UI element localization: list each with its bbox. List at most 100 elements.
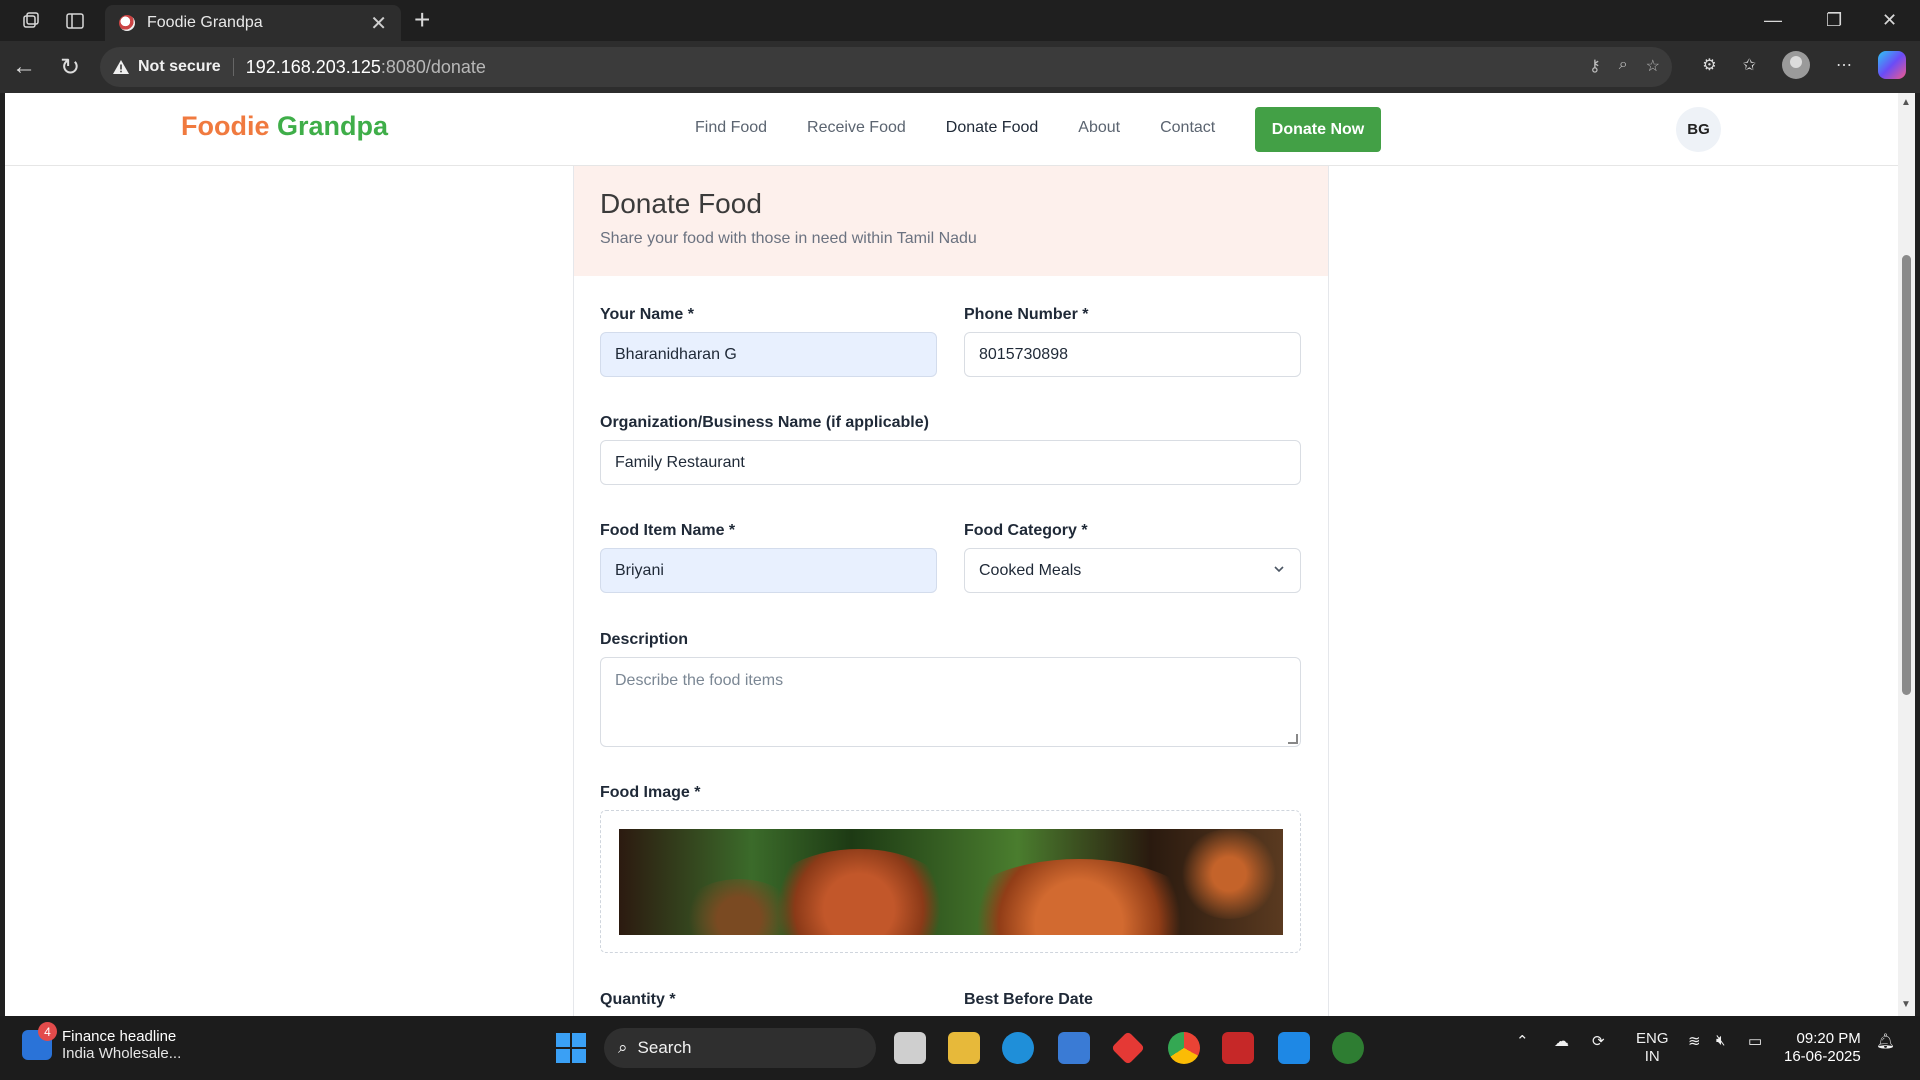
language-bottom: IN [1644, 1048, 1660, 1065]
store-icon[interactable] [1058, 1032, 1090, 1064]
nav-donate-food[interactable]: Donate Food [946, 119, 1039, 137]
description-placeholder: Describe the food items [615, 672, 784, 689]
close-tab-icon[interactable]: ✕ [370, 11, 387, 36]
url-path: :8080/donate [380, 56, 486, 77]
news-badge: 4 [38, 1022, 57, 1041]
battery-icon[interactable]: ▭ [1748, 1032, 1762, 1050]
image-upload-zone[interactable] [600, 810, 1301, 953]
password-key-icon[interactable]: ⚷ [1589, 56, 1601, 76]
main-nav: Find Food Receive Food Donate Food About… [695, 119, 1215, 137]
browser-toolbar: ← ↻ Not secure 192.168.203.125 :8080/don… [0, 41, 1920, 93]
close-window-icon[interactable]: ✕ [1882, 10, 1897, 31]
extensions-icon[interactable]: ⚙ [1702, 55, 1716, 75]
description-textarea[interactable]: Describe the food items [600, 657, 1301, 747]
best-before-label: Best Before Date [964, 991, 1093, 1008]
quantity-label: Quantity * [600, 991, 676, 1008]
chrome-icon[interactable] [1168, 1032, 1200, 1064]
page-viewport: Foodie Grandpa Find Food Receive Food Do… [5, 93, 1898, 1016]
scroll-down-icon[interactable]: ▼ [1901, 999, 1911, 1010]
donate-form-card: Donate Food Share your food with those i… [573, 166, 1329, 1016]
widgets-icon: 4 [22, 1022, 57, 1060]
site-header: Foodie Grandpa Find Food Receive Food Do… [5, 93, 1898, 166]
mcafee-icon[interactable] [1222, 1032, 1254, 1064]
nav-contact[interactable]: Contact [1160, 119, 1215, 137]
workspaces-icon[interactable] [18, 8, 44, 34]
organization-label: Organization/Business Name (if applicabl… [600, 414, 929, 431]
resize-handle-icon[interactable] [1288, 734, 1298, 744]
browser-tab-bar: Foodie Grandpa ✕ + — ❐ ✕ [0, 0, 1920, 41]
page-scrollbar[interactable]: ▲ ▼ [1898, 93, 1915, 1016]
back-icon[interactable]: ← [10, 53, 38, 81]
scroll-up-icon[interactable]: ▲ [1901, 97, 1911, 108]
search-icon: ⌕ [618, 1038, 628, 1057]
vscode-icon[interactable] [1278, 1032, 1310, 1064]
clock[interactable]: 09:20 PM 16-06-2025 [1784, 1030, 1861, 1066]
new-tab-icon[interactable]: + [414, 6, 430, 34]
form-subtitle: Share your food with those in need withi… [600, 230, 977, 247]
copilot-icon[interactable] [1878, 51, 1906, 79]
food-image-preview [619, 829, 1283, 935]
tab-title: Foodie Grandpa [147, 14, 263, 31]
reload-icon[interactable]: ↻ [56, 53, 84, 81]
edge-browser-icon[interactable] [1002, 1032, 1034, 1064]
more-options-icon[interactable]: ⋯ [1836, 55, 1852, 75]
file-explorer-icon[interactable] [948, 1032, 980, 1064]
form-title: Donate Food [600, 188, 762, 219]
warning-icon [112, 59, 130, 75]
search-label: Search [637, 1038, 692, 1057]
favorites-icon[interactable]: ✩ [1743, 55, 1756, 75]
logo-part1: Foodie [181, 111, 270, 141]
nav-receive-food[interactable]: Receive Food [807, 119, 906, 137]
language-indicator[interactable]: ENG IN [1636, 1030, 1669, 1066]
address-bar[interactable]: Not secure 192.168.203.125 :8080/donate … [100, 47, 1672, 87]
user-avatar[interactable]: BG [1676, 107, 1721, 152]
food-category-select[interactable]: Cooked Meals [964, 548, 1301, 593]
food-category-value: Cooked Meals [979, 561, 1082, 579]
food-item-label: Food Item Name * [600, 522, 736, 539]
show-hidden-icons-icon[interactable]: ⌃ [1516, 1032, 1529, 1050]
security-label[interactable]: Not secure [138, 58, 234, 76]
news-subtitle: India Wholesale... [62, 1045, 182, 1062]
chevron-down-icon [1272, 562, 1286, 581]
logo-part2: Grandpa [277, 111, 389, 141]
clock-time: 09:20 PM [1796, 1030, 1861, 1047]
tab-actions-icon[interactable] [62, 8, 88, 34]
restore-icon[interactable]: ❐ [1826, 10, 1842, 31]
favorite-star-icon[interactable]: ☆ [1646, 56, 1660, 76]
food-category-label: Food Category * [964, 522, 1088, 539]
language-top: ENG [1636, 1030, 1669, 1047]
onedrive-icon[interactable]: ☁ [1554, 1032, 1569, 1050]
food-image-label: Food Image * [600, 784, 701, 801]
name-input[interactable]: Bharanidharan G [600, 332, 937, 377]
minimize-icon[interactable]: — [1764, 10, 1782, 31]
taskbar-search[interactable]: ⌕ Search [604, 1028, 876, 1068]
wifi-icon[interactable]: ≋ [1688, 1032, 1701, 1050]
food-item-input[interactable]: Briyani [600, 548, 937, 593]
url-host: 192.168.203.125 [245, 56, 381, 77]
site-logo[interactable]: Foodie Grandpa [181, 111, 388, 142]
name-label: Your Name * [600, 306, 694, 323]
sync-icon[interactable]: ⟳ [1592, 1032, 1605, 1050]
site-favicon-icon [119, 15, 135, 31]
phone-input[interactable]: 8015730898 [964, 332, 1301, 377]
app-red-diamond-icon[interactable] [1111, 1031, 1145, 1065]
profile-avatar-icon[interactable] [1782, 51, 1810, 79]
volume-muted-icon[interactable]: 🔇︎ [1716, 1032, 1725, 1049]
clock-date: 16-06-2025 [1784, 1048, 1861, 1065]
zoom-icon[interactable]: ⌕ [1619, 56, 1628, 76]
nav-find-food[interactable]: Find Food [695, 119, 767, 137]
news-widget[interactable]: 4 Finance headline India Wholesale... [22, 1022, 182, 1062]
organization-input[interactable]: Family Restaurant [600, 440, 1301, 485]
description-label: Description [600, 631, 689, 648]
browser-tab[interactable]: Foodie Grandpa ✕ [105, 5, 401, 41]
task-view-icon[interactable] [894, 1032, 926, 1064]
news-title: Finance headline [62, 1028, 177, 1045]
nav-about[interactable]: About [1078, 119, 1120, 137]
windows-start-icon[interactable] [556, 1033, 586, 1063]
notifications-icon[interactable]: 🔔︎ [1876, 1032, 1895, 1050]
mongodb-compass-icon[interactable] [1332, 1032, 1364, 1064]
donate-now-button[interactable]: Donate Now [1255, 107, 1381, 152]
scrollbar-thumb[interactable] [1902, 255, 1911, 695]
phone-label: Phone Number * [964, 306, 1089, 323]
taskbar: 4 Finance headline India Wholesale... ⌕ … [0, 1016, 1920, 1080]
